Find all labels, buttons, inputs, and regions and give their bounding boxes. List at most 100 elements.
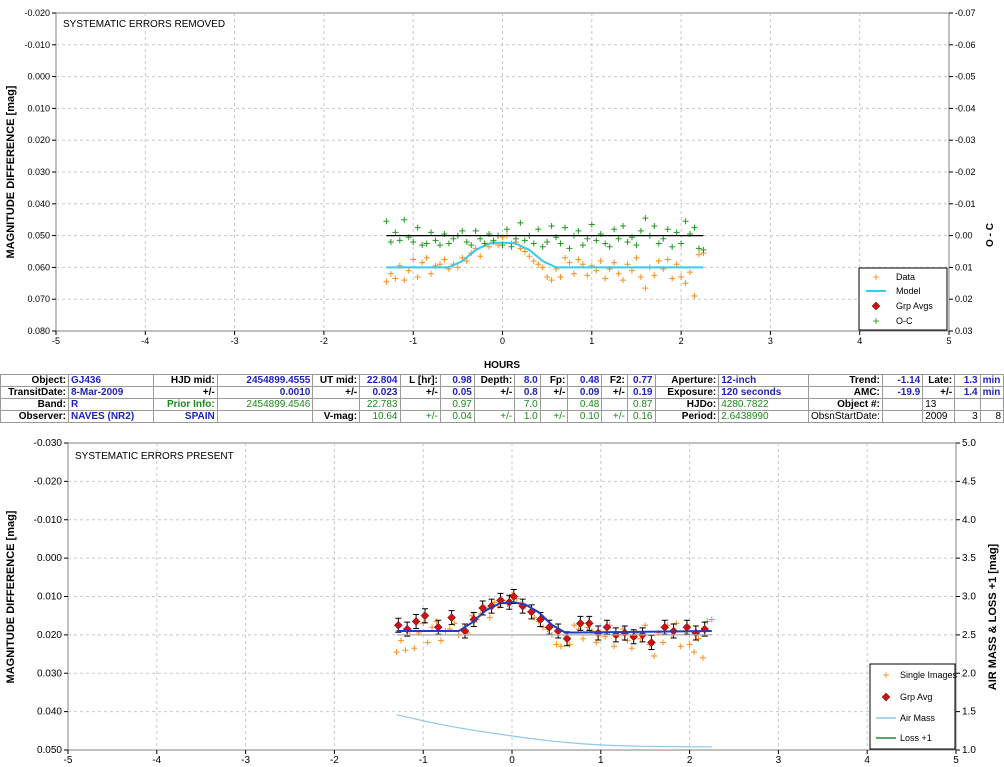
- object-label: Object:: [0, 374, 69, 387]
- legend-single-marker: +: [882, 668, 889, 682]
- err-value-1: 0.04: [439, 410, 475, 423]
- transit-info-table: Object: GJ436 HJD mid: 2454899.4555 UT m…: [0, 374, 1004, 423]
- legend-single-images: Single Images: [900, 670, 958, 680]
- y2-tick-label: -0.05: [955, 72, 976, 82]
- info-row-2: TransitDate: 8-Mar-2009 +/- 0.0010 +/- 0…: [0, 386, 1004, 399]
- ut-mid-value: 22.804: [359, 374, 401, 387]
- x-tick-label: 5: [953, 755, 959, 766]
- y-axis-ticks: -0.020 -0.010 0.000 0.010 0.020 0.030 0.040 0.0…: [24, 8, 56, 336]
- period-label: Period:: [654, 410, 720, 423]
- y2-tick-label: 0.02: [955, 294, 973, 304]
- err-value-4: 0.16: [626, 410, 656, 423]
- y2-tick-label: -0.04: [955, 103, 976, 113]
- x-tick-label: 1: [598, 755, 604, 766]
- x-axis-ticks: -5 -4 -3 -2 -1 0 1 2 3 4 5: [52, 331, 952, 346]
- y-tick-label: 0.030: [37, 668, 62, 679]
- legend-model: Model: [896, 286, 921, 296]
- y-tick-label: -0.030: [34, 438, 63, 449]
- object-value: GJ436: [68, 374, 154, 387]
- y2-axis-label: AIR MASS & LOSS +1 [mag]: [987, 543, 999, 690]
- vmag-value: 10.64: [359, 410, 401, 423]
- y-tick-label: 0.070: [27, 294, 50, 304]
- y2-tick-label: 4.5: [962, 476, 976, 487]
- l-hr-value: 0.98: [439, 374, 475, 387]
- f2-label: F2:: [601, 374, 628, 387]
- l-hr-label: L [hr]:: [399, 374, 441, 387]
- late-err-unit: min: [979, 386, 1004, 399]
- info-row-4: Observer: NAVES (NR2) SPAIN V-mag: 10.64…: [0, 410, 1004, 423]
- country-value: SPAIN: [153, 410, 218, 423]
- object-num-value: 13: [922, 398, 956, 411]
- x-tick-label: -4: [152, 755, 161, 766]
- y-tick-label: 0.030: [27, 167, 50, 177]
- f2-err-label: +/-: [601, 386, 628, 399]
- fp-err-label: +/-: [539, 386, 569, 399]
- obsn-month: 3: [954, 410, 981, 423]
- fp-err-value: 0.09: [567, 386, 603, 399]
- x-tick-label: 3: [768, 336, 773, 346]
- y-tick-label: 0.040: [37, 707, 62, 718]
- depth-err-value: 0.8: [514, 386, 541, 399]
- y2-tick-label: 3.0: [962, 592, 976, 603]
- f2-value: 0.77: [626, 374, 656, 387]
- l-err-value: 0.05: [439, 386, 475, 399]
- legend-grp-avg: Grp Avg: [900, 692, 932, 702]
- x-tick-label: -4: [141, 336, 149, 346]
- depth-err-label: +/-: [473, 386, 516, 399]
- x-tick-label: -2: [320, 336, 328, 346]
- f2-err-value: 0.19: [626, 386, 656, 399]
- chart-systematic-errors-removed: -0.020-0.0100.0000.0100.0200.0300.0400.0…: [5, 8, 996, 371]
- err-value-2: 1.0: [514, 410, 541, 423]
- y2-tick-label: 0.03: [955, 326, 973, 336]
- ut-err-value: 0.023: [359, 386, 401, 399]
- prior-fp: 0.48: [567, 398, 603, 411]
- depth-value: 8.0: [514, 374, 541, 387]
- y-tick-label: 0.080: [27, 326, 50, 336]
- legend: + Data Model Grp Avgs + O-C: [858, 267, 948, 331]
- hjdo-value: 4280.7822: [718, 398, 809, 411]
- transit-date-value: 8-Mar-2009: [68, 386, 154, 399]
- trend-label: Trend:: [807, 374, 883, 387]
- object-num-blank: [881, 398, 924, 411]
- chart-systematic-errors-present: -0.030 -0.020 -0.010 0.000 0.010 0.020 0.030 0.…: [5, 438, 999, 766]
- y2-tick-label: 5.0: [962, 438, 976, 449]
- err-label-3: +/-: [539, 410, 569, 423]
- fp-label: Fp:: [539, 374, 569, 387]
- chart-title: SYSTEMATIC ERRORS REMOVED: [63, 19, 225, 30]
- y2-tick-label: 0.00: [955, 231, 973, 241]
- vmag-label: V-mag:: [312, 410, 361, 423]
- y2-tick-label: 2.0: [962, 668, 976, 679]
- late-value: 1.3: [954, 374, 981, 387]
- exposure-label: Exposure:: [654, 386, 720, 399]
- y2-tick-label: -0.01: [955, 199, 976, 209]
- x-tick-label: -1: [419, 755, 428, 766]
- y2-tick-label: 2.5: [962, 630, 976, 641]
- prior-blank-1: [312, 398, 361, 411]
- info-row-3: Band: R Prior Info: 2454899.4546 22.783 …: [0, 398, 1004, 411]
- y-tick-label: 0.000: [37, 553, 62, 564]
- y2-axis-label: O - C: [985, 223, 996, 247]
- x-axis-label: HOURS: [484, 360, 520, 371]
- y-tick-label: 0.050: [27, 231, 50, 241]
- y-tick-label: -0.020: [24, 8, 50, 18]
- y2-tick-label: -0.02: [955, 167, 976, 177]
- y-tick-label: -0.020: [34, 476, 63, 487]
- prior-ut: 22.783: [359, 398, 401, 411]
- ut-err-label: +/-: [312, 386, 361, 399]
- legend: + Single Images Grp Avg Air Mass Loss +1: [869, 663, 958, 750]
- y-tick-label: -0.010: [24, 40, 50, 50]
- transit-date-label: TransitDate:: [0, 386, 69, 399]
- y-axis-ticks: -0.030 -0.020 -0.010 0.000 0.010 0.020 0.030 0.…: [34, 438, 68, 756]
- err-label-1: +/-: [399, 410, 441, 423]
- y-tick-label: 0.010: [37, 592, 62, 603]
- y2-tick-label: 3.5: [962, 553, 976, 564]
- x-tick-label: 3: [776, 755, 782, 766]
- x-tick-label: 4: [857, 336, 862, 346]
- observer-value: NAVES (NR2): [68, 410, 154, 423]
- trend-value: -1.14: [881, 374, 924, 387]
- obsn-day: 8: [979, 410, 1004, 423]
- legend-data-marker: +: [872, 270, 879, 284]
- object-num-label: Object #:: [807, 398, 883, 411]
- observer-label: Observer:: [0, 410, 69, 423]
- row3-blank-b: [979, 398, 1004, 411]
